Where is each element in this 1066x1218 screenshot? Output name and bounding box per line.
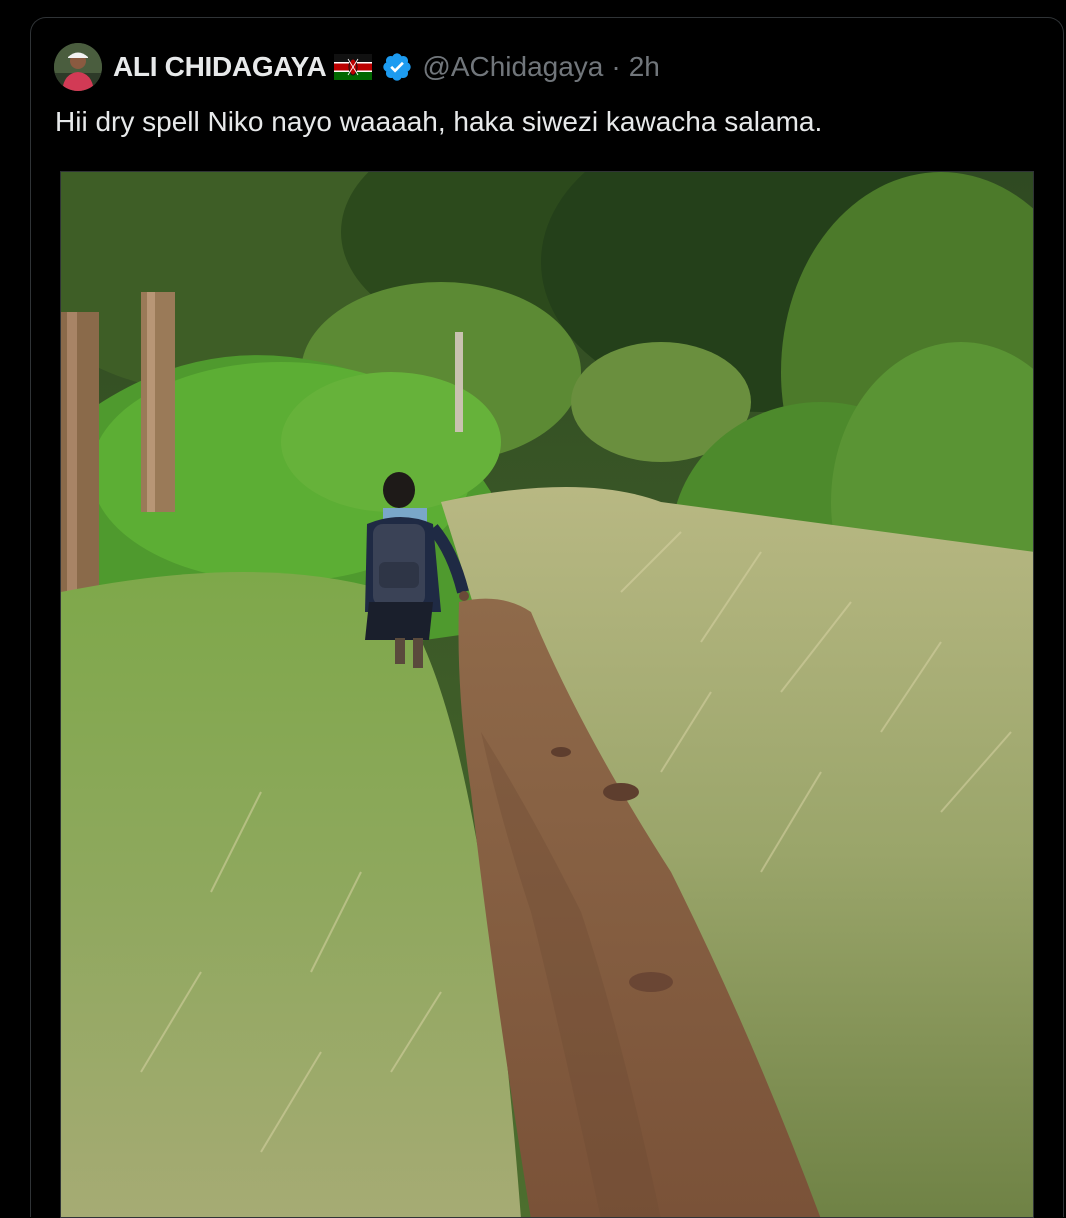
tweet-text: Hii dry spell Niko nayo waaaah, haka siw… [55,106,823,137]
verified-badge-icon[interactable] [381,51,413,83]
photo-scene [61,172,1033,1217]
tweet-header: ALI CHIDAGAYA @AChidagaya · 2h [54,43,660,91]
author-display-name[interactable]: ALI CHIDAGAYA [113,51,327,83]
kenya-flag-icon [334,54,373,80]
author-avatar[interactable] [54,43,102,91]
tweet-photo[interactable] [60,171,1034,1218]
tweet-card[interactable]: ALI CHIDAGAYA @AChidagaya · 2h Hii dry s… [30,17,1064,1218]
tweet-timestamp[interactable]: 2h [629,51,660,83]
author-handle[interactable]: @AChidagaya [422,51,603,83]
separator-dot: · [611,51,621,82]
